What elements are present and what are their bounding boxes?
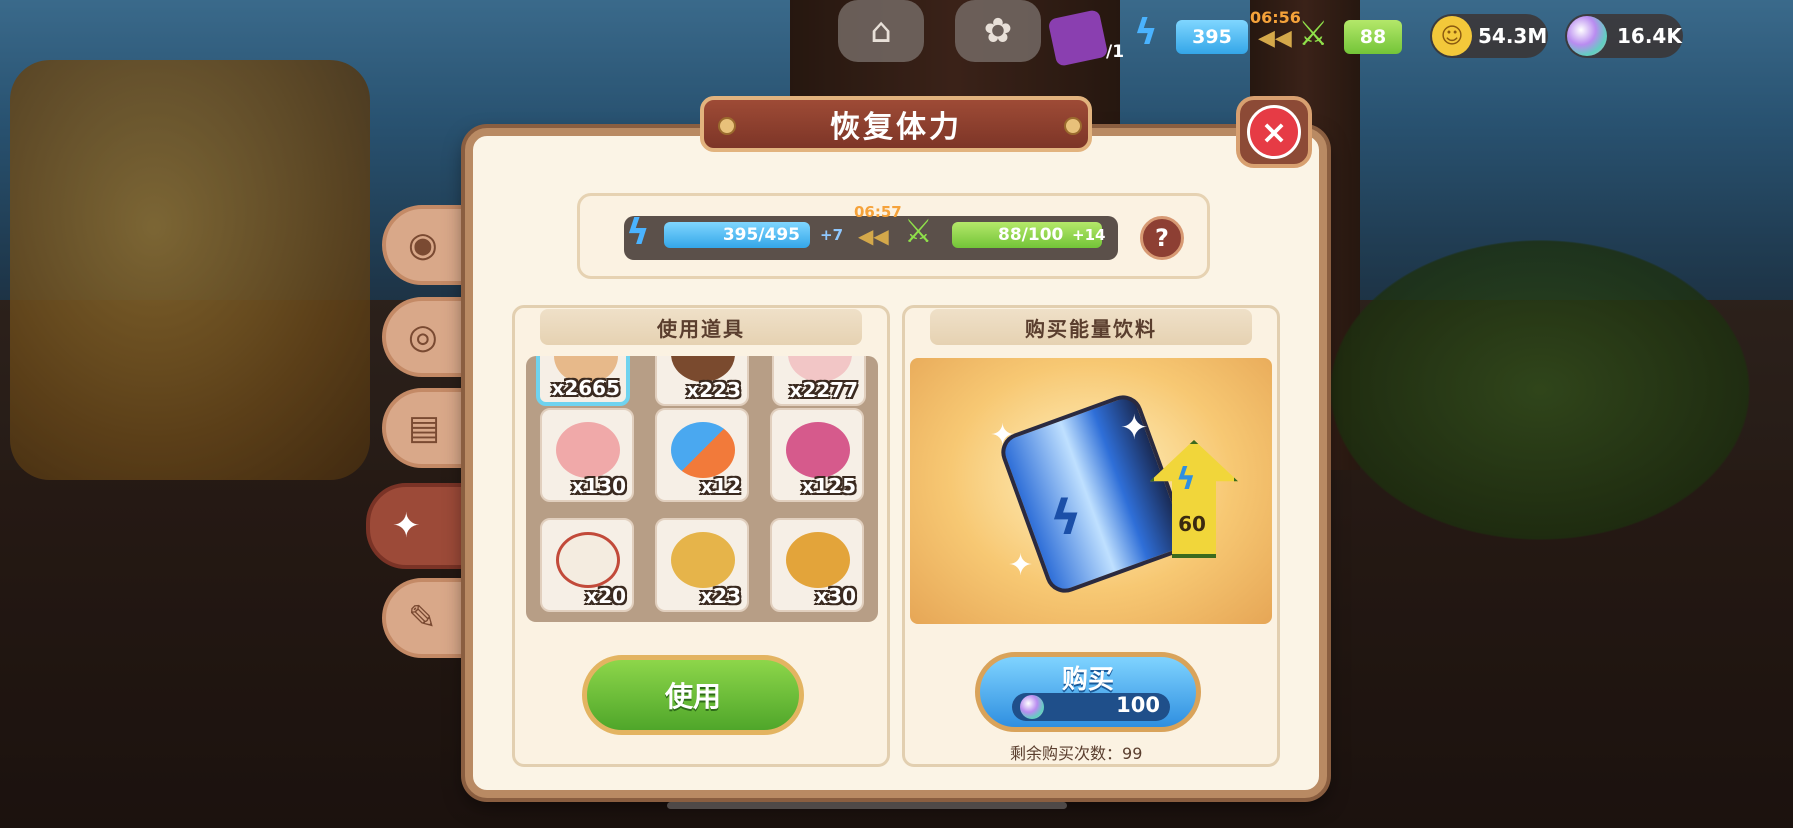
- fork-spoon-icon: ⚔: [1298, 14, 1329, 54]
- remaining-label: 剩余购买次数：: [1010, 744, 1123, 763]
- stamina-bonus: +7: [820, 226, 844, 244]
- stamina-timer-dialog: 06:57: [854, 203, 902, 221]
- add-stamina-icon[interactable]: ϟ: [626, 212, 650, 253]
- rewind-icon: ◀◀: [1258, 26, 1292, 51]
- item-slot-pineapple-bun[interactable]: x23: [655, 518, 749, 612]
- food-progress-text: 88/100: [998, 225, 1064, 245]
- food-value: 88: [1344, 20, 1402, 54]
- item-grid[interactable]: x2665 x223 x2277 x130 x12 x125 x20 x23 x…: [526, 356, 878, 622]
- ticket-count: /1: [1106, 42, 1125, 62]
- close-icon: ×: [1247, 105, 1301, 159]
- stamina-progress: 395/495: [664, 222, 810, 248]
- mochi-icon: [556, 422, 620, 478]
- item-count: x130: [571, 474, 626, 498]
- sparkle-icon: ✦: [990, 418, 1016, 453]
- candy-icon: [786, 422, 850, 478]
- item-slot-dumpling[interactable]: x20: [540, 518, 634, 612]
- gem-icon: [1567, 16, 1607, 56]
- dialog-title-text: 恢复体力: [830, 110, 962, 145]
- rewind-icon-dialog: ◀◀: [858, 224, 889, 248]
- sparkle-icon: ✦: [1120, 408, 1149, 448]
- item-slot-candy[interactable]: x125: [770, 408, 864, 502]
- item-slot-mochi[interactable]: x130: [540, 408, 634, 502]
- remaining-value: 99: [1122, 744, 1143, 763]
- coins-value: 54.3M: [1478, 24, 1548, 48]
- item-slot-chocolate[interactable]: x223: [655, 356, 749, 406]
- sparkle-icon: ✦: [1008, 548, 1034, 583]
- rivet-left-icon: [718, 117, 736, 135]
- buy-drink-header: 购买能量饮料: [930, 309, 1252, 345]
- coins-icon: ◎: [408, 317, 438, 357]
- help-button[interactable]: ?: [1140, 216, 1184, 260]
- badge-button[interactable]: ✿: [955, 0, 1041, 62]
- pineapple-bun-icon: [671, 532, 735, 588]
- use-button[interactable]: 使用: [582, 655, 804, 735]
- item-count: x223: [686, 378, 741, 402]
- item-count: x20: [585, 584, 626, 608]
- shop-button[interactable]: ⌂: [838, 0, 924, 62]
- brush-icon: ✎: [408, 598, 437, 638]
- use-button-label: 使用: [664, 680, 721, 713]
- bottom-scrollbar[interactable]: [667, 802, 1067, 809]
- item-slot-bread[interactable]: x2665: [536, 356, 630, 406]
- gems-value: 16.4K: [1617, 24, 1682, 48]
- use-items-header: 使用道具: [540, 309, 862, 345]
- arrow-lightning-icon: ϟ: [1176, 462, 1196, 497]
- gem-icon: [1020, 695, 1044, 719]
- flower-badge-icon: ✿: [983, 11, 1013, 51]
- item-slot-donut[interactable]: x2277: [772, 356, 866, 406]
- lightning-icon: ϟ: [1050, 490, 1082, 546]
- drink-amount: 60: [1178, 512, 1206, 536]
- gems-display[interactable]: 16.4K: [1565, 14, 1683, 58]
- item-count: x125: [801, 474, 856, 498]
- pastry-icon: [786, 532, 850, 588]
- item-count: x12: [700, 474, 741, 498]
- energy-sparkle-icon: ✦: [392, 506, 421, 546]
- stamina-lightning-icon[interactable]: ϟ: [1134, 12, 1158, 53]
- cards-icon: ▤: [408, 408, 441, 448]
- donut-icon: ◉: [408, 225, 438, 265]
- coins-display[interactable]: ☺ 54.3M: [1430, 14, 1548, 58]
- question-icon: ?: [1155, 224, 1169, 252]
- item-count: x2665: [551, 376, 620, 400]
- coin-icon: ☺: [1432, 16, 1472, 56]
- buy-button-label: 购买: [1061, 665, 1114, 695]
- item-count: x2277: [789, 378, 858, 402]
- shop-icon: ⌂: [870, 11, 892, 51]
- buy-price: 100: [1116, 693, 1160, 717]
- item-slot-popsicle[interactable]: x12: [655, 408, 749, 502]
- buy-drink-header-text: 购买能量饮料: [1025, 316, 1157, 341]
- item-count: x23: [700, 584, 741, 608]
- use-items-header-text: 使用道具: [657, 316, 745, 341]
- item-slot-pastry[interactable]: x30: [770, 518, 864, 612]
- stamina-value: 395: [1176, 20, 1248, 54]
- rivet-right-icon: [1064, 117, 1082, 135]
- fork-spoon-icon-dialog: ⚔: [904, 212, 933, 250]
- close-button[interactable]: ×: [1236, 96, 1312, 168]
- item-count: x30: [815, 584, 856, 608]
- dumpling-icon: [556, 532, 620, 588]
- food-bonus: +14: [1072, 226, 1106, 244]
- stamina-timer: 06:56: [1250, 8, 1301, 27]
- popsicle-icon: [671, 422, 735, 478]
- remaining-purchases: 剩余购买次数：99: [1010, 740, 1210, 764]
- dialog-title: 恢复体力: [700, 96, 1092, 152]
- stamina-progress-text: 395/495: [722, 225, 800, 245]
